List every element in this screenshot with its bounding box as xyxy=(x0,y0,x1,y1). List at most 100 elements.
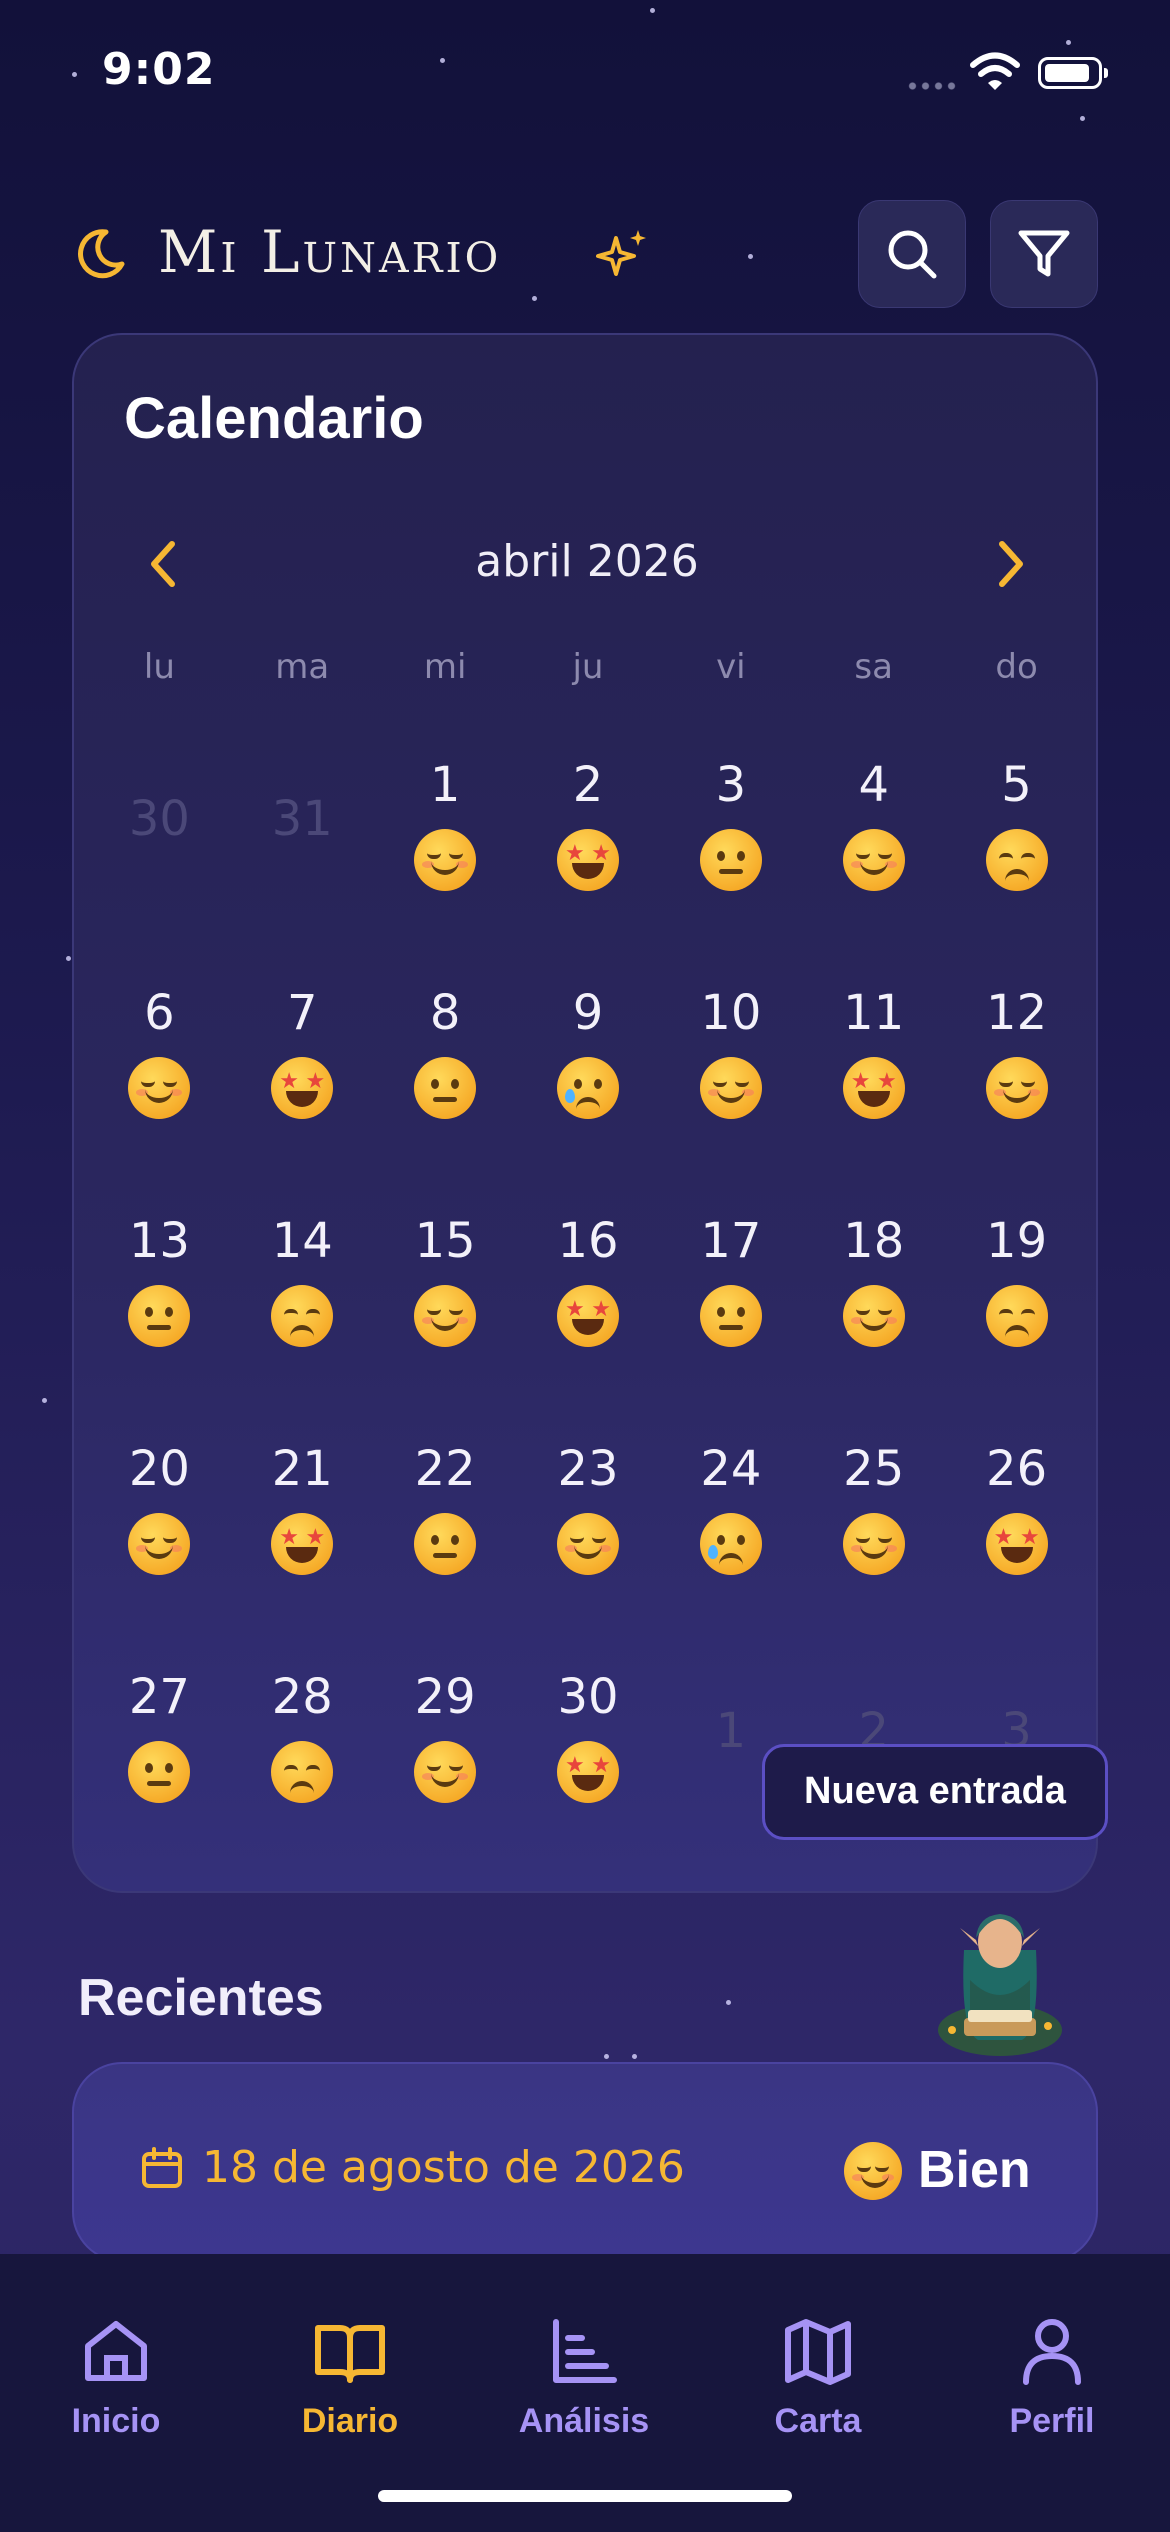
day-number: 3 xyxy=(715,757,747,813)
weekday-label: ju xyxy=(572,647,604,687)
moon-icon xyxy=(78,229,125,279)
starstruck-emoji-icon: ★ ★ xyxy=(556,829,619,891)
calendar-day[interactable]: 23 xyxy=(517,1439,660,1667)
starstruck-emoji-icon: ★ ★ xyxy=(271,1057,334,1119)
calendar-day[interactable]: 17 xyxy=(659,1211,802,1439)
elf-reading-avatar[interactable] xyxy=(930,1880,1070,2060)
recent-entry-date: 18 de agosto de 2026 xyxy=(202,2142,685,2193)
day-number: 16 xyxy=(557,1213,619,1269)
home-icon xyxy=(85,2321,147,2381)
starstruck-emoji-icon: ★ ★ xyxy=(556,1741,619,1803)
calendar-title: Calendario xyxy=(124,386,424,451)
sparkle-icon xyxy=(596,230,646,276)
calendar-day[interactable]: 30 ★ ★ xyxy=(517,1667,660,1895)
calendar-day[interactable]: 13 xyxy=(88,1211,231,1439)
calendar-day[interactable]: 2 ★ ★ xyxy=(517,755,660,983)
happy-emoji-icon xyxy=(128,1513,191,1575)
calendar-day[interactable]: 18 xyxy=(802,1211,945,1439)
happy-emoji-icon xyxy=(699,1057,762,1119)
calendar-day[interactable]: 24 xyxy=(659,1439,802,1667)
tab-label: Diario xyxy=(301,2402,399,2440)
calendar-day-outside-month[interactable]: 31 xyxy=(231,755,374,983)
day-number: 21 xyxy=(271,1441,333,1497)
calendar-day[interactable]: 14 xyxy=(231,1211,374,1439)
calendar-day[interactable]: 21 ★ ★ xyxy=(231,1439,374,1667)
happy-emoji-icon xyxy=(844,2142,902,2200)
calendar-day[interactable]: 22 xyxy=(374,1439,517,1667)
day-number: 24 xyxy=(700,1441,762,1497)
tab-carta[interactable]: Carta xyxy=(718,2314,918,2441)
happy-emoji-icon xyxy=(128,1057,191,1119)
day-number: 20 xyxy=(128,1441,190,1497)
calendar-day[interactable]: 11 ★ ★ xyxy=(802,983,945,1211)
starstruck-emoji-icon: ★ ★ xyxy=(842,1057,905,1119)
day-number: 5 xyxy=(1001,757,1032,813)
calendar-day[interactable]: 1 xyxy=(374,755,517,983)
calendar-day[interactable]: 10 xyxy=(659,983,802,1211)
recent-entry-card[interactable]: 18 de agosto de 2026 Bien xyxy=(72,2062,1098,2262)
day-number: 17 xyxy=(700,1213,762,1269)
calendar-day-grid: 30 31 1 2 ★ ★ 3 4 5 6 7 ★ ★ 8 9 10 11 ★ ★ 12 13 14 15 16 ★ ★ 17 18 1… xyxy=(88,755,1088,1895)
neutral-emoji-icon xyxy=(414,1057,477,1119)
tab-diario[interactable]: Diario xyxy=(250,2314,450,2441)
calendar-day[interactable]: 15 xyxy=(374,1211,517,1439)
starstruck-emoji-icon: ★ ★ xyxy=(556,1285,619,1347)
calendar-icon xyxy=(142,2147,182,2188)
new-entry-button[interactable]: Nueva entrada xyxy=(762,1744,1108,1840)
happy-emoji-icon xyxy=(556,1513,619,1575)
day-number: 30 xyxy=(128,791,190,847)
happy-emoji-icon xyxy=(842,1513,905,1575)
calendar-day[interactable]: 8 xyxy=(374,983,517,1211)
search-button[interactable] xyxy=(858,200,966,308)
happy-emoji-icon xyxy=(414,829,477,891)
calendar-day[interactable]: 7 ★ ★ xyxy=(231,983,374,1211)
month-label: abril 2026 xyxy=(475,536,699,587)
calendar-day[interactable]: 12 xyxy=(945,983,1088,1211)
day-number: 26 xyxy=(986,1441,1048,1497)
calendar-day[interactable]: 19 xyxy=(945,1211,1088,1439)
neutral-emoji-icon xyxy=(699,1285,762,1347)
battery-icon xyxy=(1038,57,1108,89)
calendar-day[interactable]: 5 xyxy=(945,755,1088,983)
calendar-day[interactable]: 29 xyxy=(374,1667,517,1895)
day-number: 14 xyxy=(271,1213,333,1269)
weekday-header: lu ma mi ju vi sa do xyxy=(88,647,1088,697)
calendar-day[interactable]: 27 xyxy=(88,1667,231,1895)
user-icon xyxy=(1023,2319,1081,2385)
day-number: 28 xyxy=(271,1669,333,1725)
home-indicator xyxy=(378,2490,792,2502)
day-number: 29 xyxy=(414,1669,476,1725)
tab-label: Inicio xyxy=(71,2402,161,2440)
app-header: Mi Lunario xyxy=(70,200,1100,310)
tab-analisis[interactable]: Análisis xyxy=(484,2314,684,2441)
calendar-day[interactable]: 26 ★ ★ xyxy=(945,1439,1088,1667)
weekday-label: mi xyxy=(423,647,467,687)
day-number: 11 xyxy=(843,985,905,1041)
calendar-day[interactable]: 9 xyxy=(517,983,660,1211)
calendar-day[interactable]: 28 xyxy=(231,1667,374,1895)
neutral-emoji-icon xyxy=(128,1741,191,1803)
recent-entry-mood: Bien xyxy=(918,2141,1031,2199)
tab-perfil[interactable]: Perfil xyxy=(952,2314,1152,2441)
calendar-day[interactable]: 16 ★ ★ xyxy=(517,1211,660,1439)
next-month-button[interactable] xyxy=(980,534,1040,594)
neutral-emoji-icon xyxy=(414,1513,477,1575)
calendar-card: Calendario abril 2026 lu ma mi ju vi sa … xyxy=(72,333,1098,1893)
day-number: 2 xyxy=(572,757,604,813)
calendar-day[interactable]: 25 xyxy=(802,1439,945,1667)
day-number: 7 xyxy=(287,985,318,1041)
day-number: 4 xyxy=(858,757,889,813)
day-number: 31 xyxy=(271,791,333,847)
weekday-label: lu xyxy=(143,647,175,687)
filter-icon xyxy=(1018,230,1070,277)
calendar-day[interactable]: 20 xyxy=(88,1439,231,1667)
calendar-day[interactable]: 6 xyxy=(88,983,231,1211)
calendar-day[interactable]: 4 xyxy=(802,755,945,983)
day-number: 15 xyxy=(414,1213,476,1269)
filter-button[interactable] xyxy=(990,200,1098,308)
crying-emoji-icon xyxy=(556,1057,619,1119)
calendar-day[interactable]: 3 xyxy=(659,755,802,983)
calendar-day-outside-month[interactable]: 30 xyxy=(88,755,231,983)
day-number: 23 xyxy=(557,1441,619,1497)
tab-inicio[interactable]: Inicio xyxy=(16,2314,216,2441)
